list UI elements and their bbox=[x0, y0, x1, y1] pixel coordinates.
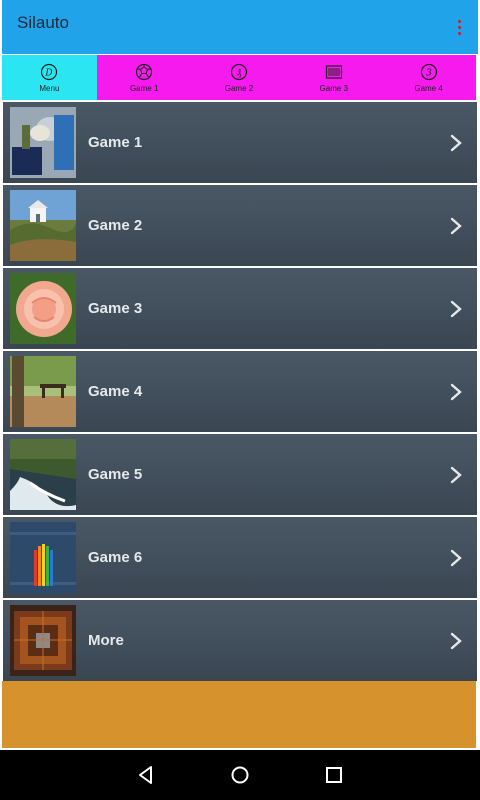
chevron-right-icon bbox=[449, 299, 463, 319]
game-list: Game 1 Game 2 Game 3 Game 4 Game 5 Game … bbox=[3, 102, 477, 683]
game2-icon: ₰ bbox=[230, 63, 248, 81]
list-item-game-4[interactable]: Game 4 bbox=[3, 351, 477, 432]
list-item-game-5[interactable]: Game 5 bbox=[3, 434, 477, 515]
game3-icon bbox=[325, 65, 342, 79]
system-nav-bar bbox=[0, 750, 480, 800]
list-item-game-3[interactable]: Game 3 bbox=[3, 268, 477, 349]
list-item-game-1[interactable]: Game 1 bbox=[3, 102, 477, 183]
game6-thumbnail bbox=[10, 522, 76, 593]
game5-thumbnail bbox=[10, 439, 76, 510]
list-item-more[interactable]: More bbox=[3, 600, 477, 681]
ad-banner[interactable] bbox=[2, 681, 476, 748]
list-item-label: Game 5 bbox=[88, 466, 143, 483]
app-title: Silauto bbox=[17, 13, 69, 32]
game4-icon: 3 bbox=[420, 63, 437, 81]
list-item-label: Game 2 bbox=[88, 217, 143, 234]
tab-game-3[interactable]: Game 3 bbox=[286, 55, 382, 100]
chevron-right-icon bbox=[449, 631, 463, 651]
tab-game-1[interactable]: Game 1 bbox=[96, 55, 192, 100]
chevron-right-icon bbox=[449, 133, 463, 153]
back-icon[interactable] bbox=[134, 763, 158, 787]
app-screen: Silauto D Menu Game 1 ₰ Game 2 Game 3 3 … bbox=[0, 0, 480, 800]
list-item-label: Game 3 bbox=[88, 300, 143, 317]
soccer-ball-icon bbox=[136, 63, 153, 81]
menu-d-icon: D bbox=[41, 63, 58, 81]
tab-label: Game 2 bbox=[224, 84, 254, 93]
tab-label: Game 1 bbox=[129, 84, 159, 93]
svg-text:3: 3 bbox=[426, 69, 432, 79]
list-item-game-2[interactable]: Game 2 bbox=[3, 185, 477, 266]
chevron-right-icon bbox=[449, 216, 463, 236]
home-icon[interactable] bbox=[228, 763, 252, 787]
svg-text:D: D bbox=[45, 69, 53, 79]
list-item-label: Game 4 bbox=[88, 383, 143, 400]
game4-thumbnail bbox=[10, 356, 76, 427]
game3-thumbnail bbox=[10, 273, 76, 344]
tab-bar: D Menu Game 1 ₰ Game 2 Game 3 3 Game 4 bbox=[2, 55, 476, 100]
tab-label: Game 4 bbox=[414, 84, 443, 93]
list-item-label: Game 1 bbox=[88, 134, 143, 151]
chevron-right-icon bbox=[449, 382, 463, 402]
tab-label: Menu bbox=[39, 84, 60, 93]
chevron-right-icon bbox=[449, 548, 463, 568]
svg-text:₰: ₰ bbox=[237, 69, 242, 79]
chevron-right-icon bbox=[449, 465, 463, 485]
tab-game-2[interactable]: ₰ Game 2 bbox=[191, 55, 287, 100]
app-bar: Silauto bbox=[2, 0, 478, 54]
list-item-label: More bbox=[88, 632, 124, 649]
tab-menu[interactable]: D Menu bbox=[2, 55, 97, 100]
tab-label: Game 3 bbox=[319, 84, 349, 93]
more-thumbnail bbox=[10, 605, 76, 676]
overflow-menu-icon[interactable] bbox=[452, 14, 466, 40]
game2-thumbnail bbox=[10, 190, 76, 261]
list-item-game-6[interactable]: Game 6 bbox=[3, 517, 477, 598]
list-item-label: Game 6 bbox=[88, 549, 143, 566]
tab-game-4[interactable]: 3 Game 4 bbox=[381, 55, 476, 100]
game1-thumbnail bbox=[10, 107, 76, 178]
recents-icon[interactable] bbox=[322, 763, 346, 787]
